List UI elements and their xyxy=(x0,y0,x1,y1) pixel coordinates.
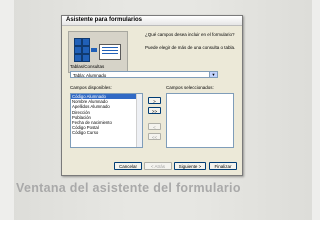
cancel-button[interactable]: Cancelar xyxy=(114,162,142,170)
next-button[interactable]: Siguiente > xyxy=(174,162,206,170)
window-title: Asistente para formularios xyxy=(62,16,242,26)
remove-one-button[interactable]: < xyxy=(148,123,161,130)
list-item[interactable]: Código Curso xyxy=(71,130,142,135)
available-fields-label: Campos disponibles: xyxy=(70,85,112,90)
slide-caption: Ventana del asistente del formulario xyxy=(16,181,241,195)
form-wizard-window: Asistente para formularios ¿Qué campos d… xyxy=(61,15,243,176)
tables-label: Tablas/Consultas xyxy=(70,64,105,69)
scrollbar[interactable] xyxy=(136,94,142,147)
chevron-down-icon[interactable]: ▼ xyxy=(209,72,217,77)
wizard-question: ¿Qué campos desea incluir en el formular… xyxy=(145,32,235,37)
move-all-button[interactable]: >> xyxy=(148,107,161,114)
selected-fields-label: Campos seleccionados: xyxy=(166,85,214,90)
available-fields-list[interactable]: Código Alumnado Nombre Alumnado Apellido… xyxy=(70,93,143,148)
selected-fields-list[interactable] xyxy=(166,93,234,148)
remove-all-button[interactable]: << xyxy=(148,133,161,140)
slide-bottom-band xyxy=(0,220,320,240)
finish-button[interactable]: Finalizar xyxy=(209,162,237,170)
back-button[interactable]: < Atrás xyxy=(144,162,172,170)
slide-left-band xyxy=(0,0,14,240)
slide-right-band xyxy=(312,0,320,240)
move-one-button[interactable]: > xyxy=(148,97,161,104)
tables-combo-value: Tabla: Alumnado xyxy=(73,73,107,78)
tables-combo[interactable]: Tabla: Alumnado ▼ xyxy=(70,71,218,78)
wizard-hint: Puede elegir de más de una consulta o ta… xyxy=(145,45,236,50)
